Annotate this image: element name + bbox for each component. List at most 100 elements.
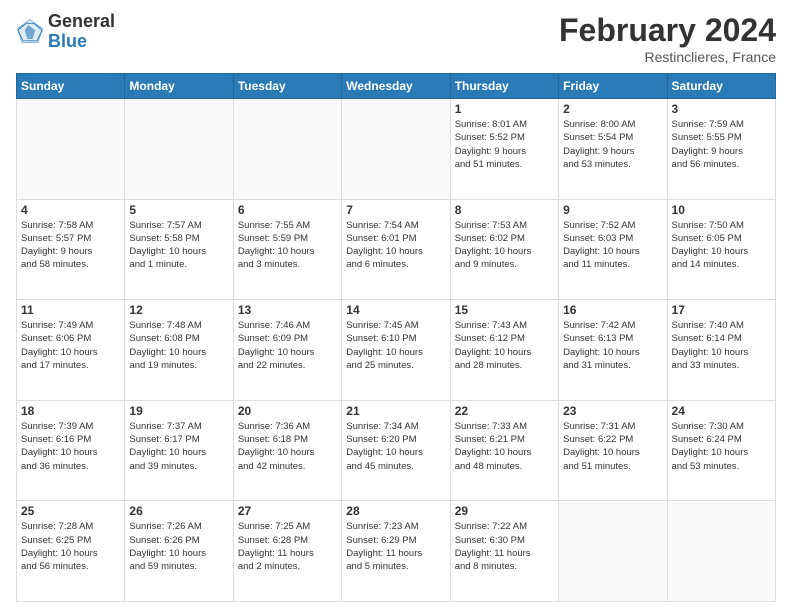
logo-blue-text: Blue bbox=[48, 32, 115, 52]
day-number: 22 bbox=[455, 404, 554, 418]
day-info: Sunrise: 7:37 AM Sunset: 6:17 PM Dayligh… bbox=[129, 420, 228, 473]
calendar-week-row: 11 Sunrise: 7:49 AM Sunset: 6:06 PM Dayli… bbox=[17, 300, 776, 401]
day-info: Sunrise: 7:36 AM Sunset: 6:18 PM Dayligh… bbox=[238, 420, 337, 473]
day-number: 13 bbox=[238, 303, 337, 317]
col-saturday: Saturday bbox=[667, 74, 775, 99]
table-row: 6 Sunrise: 7:55 AM Sunset: 5:59 PM Daylig… bbox=[233, 199, 341, 300]
table-row: 25 Sunrise: 7:28 AM Sunset: 6:25 PM Dayli… bbox=[17, 501, 125, 602]
table-row: 2 Sunrise: 8:00 AM Sunset: 5:54 PM Daylig… bbox=[559, 99, 667, 200]
table-row: 23 Sunrise: 7:31 AM Sunset: 6:22 PM Dayli… bbox=[559, 400, 667, 501]
day-info: Sunrise: 8:00 AM Sunset: 5:54 PM Dayligh… bbox=[563, 118, 662, 171]
day-number: 28 bbox=[346, 504, 445, 518]
day-number: 23 bbox=[563, 404, 662, 418]
day-number: 27 bbox=[238, 504, 337, 518]
calendar-location: Restinclieres, France bbox=[559, 49, 776, 65]
day-info: Sunrise: 7:42 AM Sunset: 6:13 PM Dayligh… bbox=[563, 319, 662, 372]
day-info: Sunrise: 7:50 AM Sunset: 6:05 PM Dayligh… bbox=[672, 219, 771, 272]
day-number: 29 bbox=[455, 504, 554, 518]
table-row: 13 Sunrise: 7:46 AM Sunset: 6:09 PM Dayli… bbox=[233, 300, 341, 401]
day-number: 7 bbox=[346, 203, 445, 217]
day-number: 9 bbox=[563, 203, 662, 217]
day-number: 26 bbox=[129, 504, 228, 518]
table-row bbox=[559, 501, 667, 602]
logo-icon bbox=[16, 18, 44, 46]
day-info: Sunrise: 7:48 AM Sunset: 6:08 PM Dayligh… bbox=[129, 319, 228, 372]
calendar-week-row: 4 Sunrise: 7:58 AM Sunset: 5:57 PM Daylig… bbox=[17, 199, 776, 300]
day-info: Sunrise: 7:31 AM Sunset: 6:22 PM Dayligh… bbox=[563, 420, 662, 473]
table-row: 10 Sunrise: 7:50 AM Sunset: 6:05 PM Dayli… bbox=[667, 199, 775, 300]
day-info: Sunrise: 7:59 AM Sunset: 5:55 PM Dayligh… bbox=[672, 118, 771, 171]
day-info: Sunrise: 7:28 AM Sunset: 6:25 PM Dayligh… bbox=[21, 520, 120, 573]
day-number: 21 bbox=[346, 404, 445, 418]
logo-general-text: General bbox=[48, 12, 115, 32]
day-number: 17 bbox=[672, 303, 771, 317]
table-row bbox=[233, 99, 341, 200]
logo-text: General Blue bbox=[48, 12, 115, 52]
day-number: 3 bbox=[672, 102, 771, 116]
day-info: Sunrise: 7:34 AM Sunset: 6:20 PM Dayligh… bbox=[346, 420, 445, 473]
logo: General Blue bbox=[16, 12, 115, 52]
day-number: 10 bbox=[672, 203, 771, 217]
calendar-table: Sunday Monday Tuesday Wednesday Thursday… bbox=[16, 73, 776, 602]
col-thursday: Thursday bbox=[450, 74, 558, 99]
calendar-week-row: 25 Sunrise: 7:28 AM Sunset: 6:25 PM Dayli… bbox=[17, 501, 776, 602]
table-row: 9Sunrise: 7:52 AM Sunset: 6:03 PM Daylig… bbox=[559, 199, 667, 300]
table-row: 21 Sunrise: 7:34 AM Sunset: 6:20 PM Dayli… bbox=[342, 400, 450, 501]
day-info: Sunrise: 7:23 AM Sunset: 6:29 PM Dayligh… bbox=[346, 520, 445, 573]
day-number: 4 bbox=[21, 203, 120, 217]
table-row: 14Sunrise: 7:45 AM Sunset: 6:10 PM Dayli… bbox=[342, 300, 450, 401]
day-info: Sunrise: 7:25 AM Sunset: 6:28 PM Dayligh… bbox=[238, 520, 337, 573]
col-friday: Friday bbox=[559, 74, 667, 99]
day-number: 25 bbox=[21, 504, 120, 518]
col-tuesday: Tuesday bbox=[233, 74, 341, 99]
table-row bbox=[125, 99, 233, 200]
table-row: 16Sunrise: 7:42 AM Sunset: 6:13 PM Dayli… bbox=[559, 300, 667, 401]
col-monday: Monday bbox=[125, 74, 233, 99]
day-info: Sunrise: 7:45 AM Sunset: 6:10 PM Dayligh… bbox=[346, 319, 445, 372]
day-info: Sunrise: 7:40 AM Sunset: 6:14 PM Dayligh… bbox=[672, 319, 771, 372]
day-number: 20 bbox=[238, 404, 337, 418]
day-info: Sunrise: 7:33 AM Sunset: 6:21 PM Dayligh… bbox=[455, 420, 554, 473]
calendar-header-row: Sunday Monday Tuesday Wednesday Thursday… bbox=[17, 74, 776, 99]
table-row: 26 Sunrise: 7:26 AM Sunset: 6:26 PM Dayli… bbox=[125, 501, 233, 602]
calendar-week-row: 18Sunrise: 7:39 AM Sunset: 6:16 PM Dayli… bbox=[17, 400, 776, 501]
header: General Blue February 2024 Restinclieres… bbox=[16, 12, 776, 65]
day-number: 2 bbox=[563, 102, 662, 116]
day-info: Sunrise: 7:57 AM Sunset: 5:58 PM Dayligh… bbox=[129, 219, 228, 272]
table-row: 11 Sunrise: 7:49 AM Sunset: 6:06 PM Dayli… bbox=[17, 300, 125, 401]
day-number: 8 bbox=[455, 203, 554, 217]
table-row: 4 Sunrise: 7:58 AM Sunset: 5:57 PM Daylig… bbox=[17, 199, 125, 300]
table-row: 28 Sunrise: 7:23 AM Sunset: 6:29 PM Dayli… bbox=[342, 501, 450, 602]
day-info: Sunrise: 7:58 AM Sunset: 5:57 PM Dayligh… bbox=[21, 219, 120, 272]
day-number: 18 bbox=[21, 404, 120, 418]
title-block: February 2024 Restinclieres, France bbox=[559, 12, 776, 65]
day-info: Sunrise: 7:49 AM Sunset: 6:06 PM Dayligh… bbox=[21, 319, 120, 372]
table-row: 1 Sunrise: 8:01 AM Sunset: 5:52 PM Daylig… bbox=[450, 99, 558, 200]
table-row: 17 Sunrise: 7:40 AM Sunset: 6:14 PM Dayli… bbox=[667, 300, 775, 401]
day-number: 6 bbox=[238, 203, 337, 217]
table-row: 7 Sunrise: 7:54 AM Sunset: 6:01 PM Daylig… bbox=[342, 199, 450, 300]
day-number: 1 bbox=[455, 102, 554, 116]
day-number: 11 bbox=[21, 303, 120, 317]
day-info: Sunrise: 7:43 AM Sunset: 6:12 PM Dayligh… bbox=[455, 319, 554, 372]
day-info: Sunrise: 7:55 AM Sunset: 5:59 PM Dayligh… bbox=[238, 219, 337, 272]
table-row: 19 Sunrise: 7:37 AM Sunset: 6:17 PM Dayli… bbox=[125, 400, 233, 501]
col-wednesday: Wednesday bbox=[342, 74, 450, 99]
day-info: Sunrise: 7:54 AM Sunset: 6:01 PM Dayligh… bbox=[346, 219, 445, 272]
table-row: 3 Sunrise: 7:59 AM Sunset: 5:55 PM Daylig… bbox=[667, 99, 775, 200]
calendar-week-row: 1 Sunrise: 8:01 AM Sunset: 5:52 PM Daylig… bbox=[17, 99, 776, 200]
day-info: Sunrise: 7:53 AM Sunset: 6:02 PM Dayligh… bbox=[455, 219, 554, 272]
table-row: 12Sunrise: 7:48 AM Sunset: 6:08 PM Dayli… bbox=[125, 300, 233, 401]
table-row: 24Sunrise: 7:30 AM Sunset: 6:24 PM Dayli… bbox=[667, 400, 775, 501]
col-sunday: Sunday bbox=[17, 74, 125, 99]
table-row bbox=[667, 501, 775, 602]
table-row bbox=[17, 99, 125, 200]
day-number: 19 bbox=[129, 404, 228, 418]
day-info: Sunrise: 7:26 AM Sunset: 6:26 PM Dayligh… bbox=[129, 520, 228, 573]
day-number: 15 bbox=[455, 303, 554, 317]
day-info: Sunrise: 7:46 AM Sunset: 6:09 PM Dayligh… bbox=[238, 319, 337, 372]
day-info: Sunrise: 8:01 AM Sunset: 5:52 PM Dayligh… bbox=[455, 118, 554, 171]
table-row: 20 Sunrise: 7:36 AM Sunset: 6:18 PM Dayli… bbox=[233, 400, 341, 501]
calendar-title: February 2024 bbox=[559, 12, 776, 49]
page: General Blue February 2024 Restinclieres… bbox=[0, 0, 792, 612]
